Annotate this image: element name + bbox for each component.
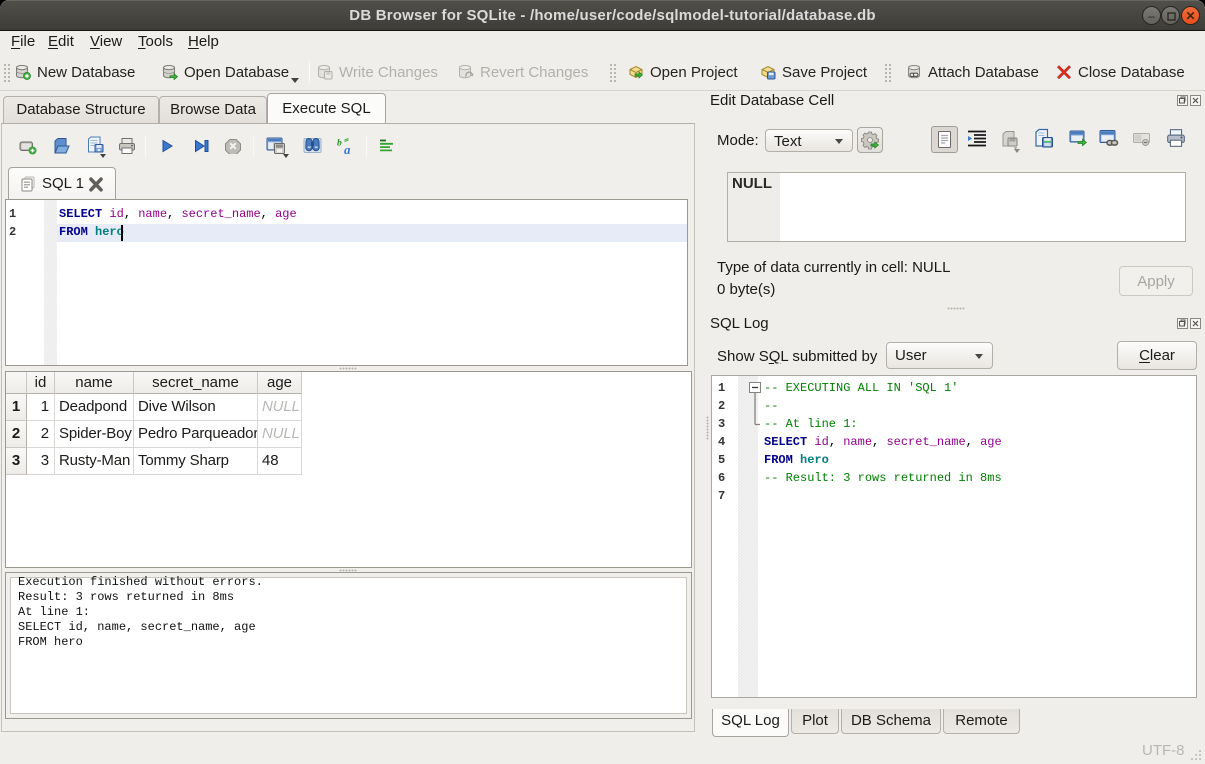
svg-text:b: b	[337, 139, 342, 149]
svg-text:a: a	[344, 142, 351, 156]
